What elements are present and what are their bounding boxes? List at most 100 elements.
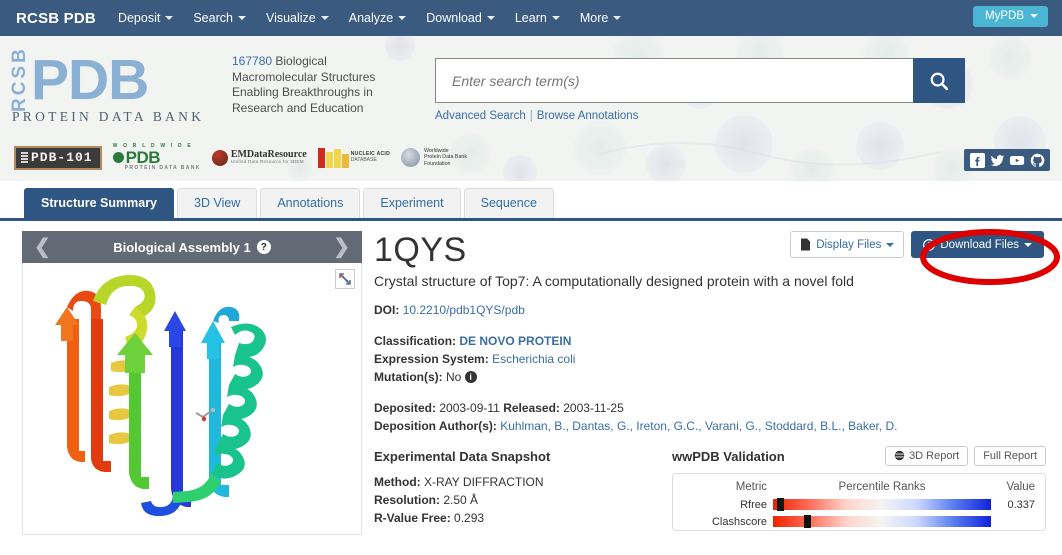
structure-summary-content: ❮ Biological Assembly 1 ? ❯ Display File…	[0, 221, 1062, 536]
youtube-icon[interactable]	[1009, 152, 1025, 168]
expand-icon	[339, 273, 351, 285]
search-icon	[930, 72, 949, 90]
resolution-label: Resolution:	[374, 492, 440, 507]
mypdb-button[interactable]: MyPDB	[973, 6, 1048, 27]
help-icon[interactable]: ?	[256, 240, 271, 254]
nav-item-learn[interactable]: Learn	[515, 11, 560, 25]
expand-viewer-button[interactable]	[335, 269, 355, 289]
method-value: X-RAY DIFFRACTION	[424, 474, 544, 489]
chevron-down-icon	[237, 16, 246, 20]
validation-row-clashscore: Clashscore	[683, 515, 1035, 528]
experimental-panel-title: Experimental Data Snapshot	[374, 448, 551, 464]
resolution-value: 2.50 Å	[443, 492, 479, 507]
nav-item-visualize-label: Visualize	[265, 11, 316, 25]
nav-item-visualize[interactable]: Visualize	[266, 11, 329, 25]
partner-logo-pdb-101[interactable]: PDB-101	[14, 145, 102, 170]
partner-logo-wwpdb[interactable]: W O R L D W I D E PDB PROTEIN DATA BANK	[112, 144, 201, 171]
search-input[interactable]	[435, 58, 913, 103]
tab-experiment[interactable]: Experiment	[363, 188, 461, 218]
3d-report-label: 3D Report	[909, 449, 960, 462]
partner-logo-nucleic-acid-database[interactable]: NUCLEIC ACID DATABASE	[317, 147, 390, 168]
tab-3d-view[interactable]: 3D View	[177, 188, 258, 218]
metric-value-rfree: 0.337	[1007, 498, 1035, 511]
column-header-metric: Metric	[735, 480, 767, 493]
wwpdb-validation-panel: 3D Report Full Report wwPDB Validation M…	[664, 445, 1046, 531]
nav-item-analyze[interactable]: Analyze	[349, 11, 407, 25]
twitter-icon[interactable]	[989, 152, 1005, 168]
validation-slider-table: Metric Percentile Ranks Value Rfree 0.33…	[672, 472, 1046, 531]
validation-row-rfree: Rfree 0.337	[683, 498, 1035, 511]
site-brand-logo[interactable]: RCSB PDB	[16, 10, 96, 27]
structure-count: 167780	[232, 54, 273, 68]
tagline-line3: Enabling Breakthroughs in	[232, 85, 373, 99]
full-report-button[interactable]: Full Report	[974, 445, 1046, 466]
tab-annotations[interactable]: Annotations	[260, 188, 361, 218]
partner-pdb101-label: PDB-101	[31, 149, 93, 165]
nav-item-search-label: Search	[193, 11, 233, 25]
partner-logo-wwpdb-foundation[interactable]: Worldwide Protein Data Bank Foundation	[401, 148, 467, 168]
nav-item-deposit-label: Deposit	[117, 11, 161, 25]
partner-logo-emdataresource[interactable]: EMDataResource Unified Data Resource for…	[211, 149, 307, 166]
chevron-down-icon	[886, 242, 895, 247]
nav-item-learn-label: Learn	[514, 11, 547, 25]
experimental-data-snapshot-panel: Experimental Data Snapshot Method: X-RAY…	[374, 449, 664, 531]
pdb101-bars-icon	[21, 151, 28, 163]
authors-value[interactable]: Kuhlman, B., Dantas, G., Ireton, G.C., V…	[500, 419, 897, 433]
display-files-button[interactable]: Display Files	[790, 231, 905, 258]
next-assembly-button[interactable]: ❯	[333, 237, 350, 257]
percentile-marker-clashscore	[803, 515, 811, 528]
chevron-down-icon	[398, 16, 407, 20]
released-label: Released:	[503, 400, 560, 415]
summary-panels: Experimental Data Snapshot Method: X-RAY…	[374, 445, 1046, 531]
3d-report-button[interactable]: 3D Report	[885, 445, 969, 466]
social-links	[964, 149, 1050, 171]
chevron-down-icon	[320, 16, 329, 20]
search-sublinks: Advanced Search | Browse Annotations	[435, 110, 965, 122]
method-label: Method:	[374, 474, 421, 489]
tab-structure-summary[interactable]: Structure Summary	[24, 188, 175, 218]
nav-item-download[interactable]: Download	[426, 11, 495, 25]
classification-label: Classification:	[374, 333, 457, 348]
em-sphere-icon	[211, 149, 228, 166]
deposited-label: Deposited:	[374, 400, 437, 415]
doi-label: DOI:	[374, 302, 400, 317]
authors-label: Deposition Author(s):	[374, 418, 497, 433]
tagline-line1: Biological	[272, 54, 327, 68]
logo-rcsb-text: RCSB	[9, 46, 30, 112]
download-files-button[interactable]: Download Files	[911, 231, 1044, 258]
previous-assembly-button[interactable]: ❮	[34, 237, 51, 257]
facebook-icon[interactable]	[969, 152, 985, 168]
wwpdb-label: PDB	[125, 148, 161, 167]
nav-item-deposit[interactable]: Deposit	[117, 11, 174, 25]
chevron-down-icon	[165, 16, 174, 20]
mutations-value: No	[446, 369, 462, 384]
viewer-title: Biological Assembly 1	[113, 239, 251, 255]
info-icon[interactable]: i	[464, 371, 477, 384]
classification-value[interactable]: DE NOVO PROTEIN	[459, 334, 571, 348]
viewer-canvas[interactable]	[22, 263, 362, 535]
nav-item-search[interactable]: Search	[193, 11, 246, 25]
rvalue-free-label: R-Value Free:	[374, 510, 451, 525]
search-submit-button[interactable]	[913, 58, 965, 103]
experimental-method-row: Method: X-RAY DIFFRACTION	[374, 473, 664, 491]
percentile-bar-clashscore[interactable]	[773, 515, 991, 528]
metric-name-rfree: Rfree	[740, 498, 767, 511]
biological-assembly-viewer: ❮ Biological Assembly 1 ? ❯	[22, 231, 362, 536]
validation-report-buttons: 3D Report Full Report	[885, 445, 1046, 466]
column-header-value: Value	[1006, 480, 1035, 493]
tab-sequence[interactable]: Sequence	[463, 188, 554, 218]
github-icon[interactable]	[1029, 152, 1045, 168]
percentile-bar-rfree[interactable]	[773, 498, 991, 511]
browse-annotations-link[interactable]: Browse Annotations	[537, 110, 639, 122]
expression-system-value[interactable]: Escherichia coli	[492, 352, 575, 366]
nav-item-more[interactable]: More	[580, 11, 622, 25]
doi-link[interactable]: 10.2210/pdb1QYS/pdb	[403, 303, 525, 317]
expression-system-row: Expression System: Escherichia coli	[374, 350, 1046, 368]
experimental-rvaluefree-row: R-Value Free: 0.293	[374, 509, 664, 527]
globe-icon	[112, 152, 124, 163]
chevron-down-icon	[1030, 14, 1038, 18]
file-action-buttons: Display Files Download Files	[790, 231, 1044, 258]
advanced-search-link[interactable]: Advanced Search	[435, 110, 526, 122]
nad-books-icon	[317, 147, 349, 168]
download-icon	[923, 238, 936, 251]
